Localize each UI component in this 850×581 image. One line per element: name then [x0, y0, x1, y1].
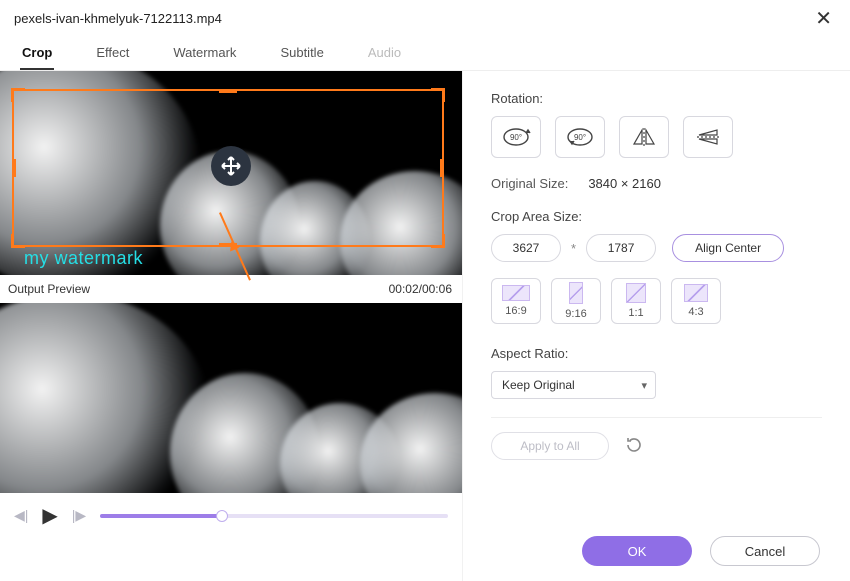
- flip-horizontal-button[interactable]: [619, 116, 669, 158]
- window-title: pexels-ivan-khmelyuk-7122113.mp4: [14, 11, 222, 26]
- apply-to-all-button[interactable]: Apply to All: [491, 432, 609, 460]
- timecode: 00:02/00:06: [389, 282, 452, 296]
- aspect-ratio-select[interactable]: Keep Original: [491, 371, 656, 399]
- svg-text:90°: 90°: [574, 133, 586, 142]
- crop-height-input[interactable]: [586, 234, 656, 262]
- ratio-label: 16:9: [505, 305, 526, 317]
- playback-controls: ◀| ▶ |▶: [0, 493, 462, 528]
- tab-crop[interactable]: Crop: [20, 41, 54, 70]
- reset-icon[interactable]: [625, 436, 645, 456]
- ratio-label: 9:16: [565, 308, 586, 320]
- ratio-1-1-button[interactable]: 1:1: [611, 278, 661, 324]
- original-size-value: 3840 × 2160: [588, 176, 661, 191]
- rotation-label: Rotation:: [491, 91, 822, 106]
- crop-rectangle[interactable]: [12, 89, 444, 247]
- preview-panel: my watermark Output Preview 00:02/00:06 …: [0, 71, 462, 581]
- ratio-label: 1:1: [628, 307, 643, 319]
- play-icon[interactable]: ▶: [42, 503, 57, 528]
- prev-frame-icon[interactable]: ◀|: [14, 507, 28, 524]
- tab-watermark[interactable]: Watermark: [171, 41, 238, 70]
- titlebar: pexels-ivan-khmelyuk-7122113.mp4 ✕: [0, 0, 850, 35]
- move-handle-icon[interactable]: [211, 146, 251, 186]
- tab-audio: Audio: [366, 41, 403, 70]
- output-preview-label: Output Preview: [8, 282, 90, 296]
- multiply-symbol: *: [571, 241, 576, 256]
- ok-button[interactable]: OK: [582, 536, 692, 566]
- settings-panel: Rotation: 90° 90° Original Size: 3840 × …: [462, 71, 850, 581]
- crop-preview[interactable]: my watermark: [0, 71, 462, 275]
- output-preview: [0, 303, 462, 493]
- flip-vertical-button[interactable]: [683, 116, 733, 158]
- ratio-16-9-button[interactable]: 16:9: [491, 278, 541, 324]
- rotate-ccw-button[interactable]: 90°: [555, 116, 605, 158]
- seek-thumb[interactable]: [216, 510, 228, 522]
- tab-effect[interactable]: Effect: [94, 41, 131, 70]
- rotate-cw-button[interactable]: 90°: [491, 116, 541, 158]
- dialog-footer: OK Cancel: [582, 536, 820, 566]
- crop-area-label: Crop Area Size:: [491, 209, 822, 224]
- original-size-label: Original Size:: [491, 176, 568, 191]
- ratio-9-16-button[interactable]: 9:16: [551, 278, 601, 324]
- next-frame-icon[interactable]: |▶: [72, 507, 86, 524]
- ratio-label: 4:3: [688, 306, 703, 318]
- cancel-button[interactable]: Cancel: [710, 536, 820, 566]
- svg-text:90°: 90°: [510, 133, 522, 142]
- aspect-ratio-label: Aspect Ratio:: [491, 346, 822, 361]
- watermark-text: my watermark: [24, 248, 143, 269]
- aspect-ratio-value: Keep Original: [502, 378, 575, 392]
- crop-width-input[interactable]: [491, 234, 561, 262]
- align-center-button[interactable]: Align Center: [672, 234, 784, 262]
- tab-subtitle[interactable]: Subtitle: [278, 41, 325, 70]
- ratio-4-3-button[interactable]: 4:3: [671, 278, 721, 324]
- tabs: Crop Effect Watermark Subtitle Audio: [0, 35, 850, 71]
- close-icon[interactable]: ✕: [811, 6, 836, 31]
- seek-bar[interactable]: [100, 514, 448, 518]
